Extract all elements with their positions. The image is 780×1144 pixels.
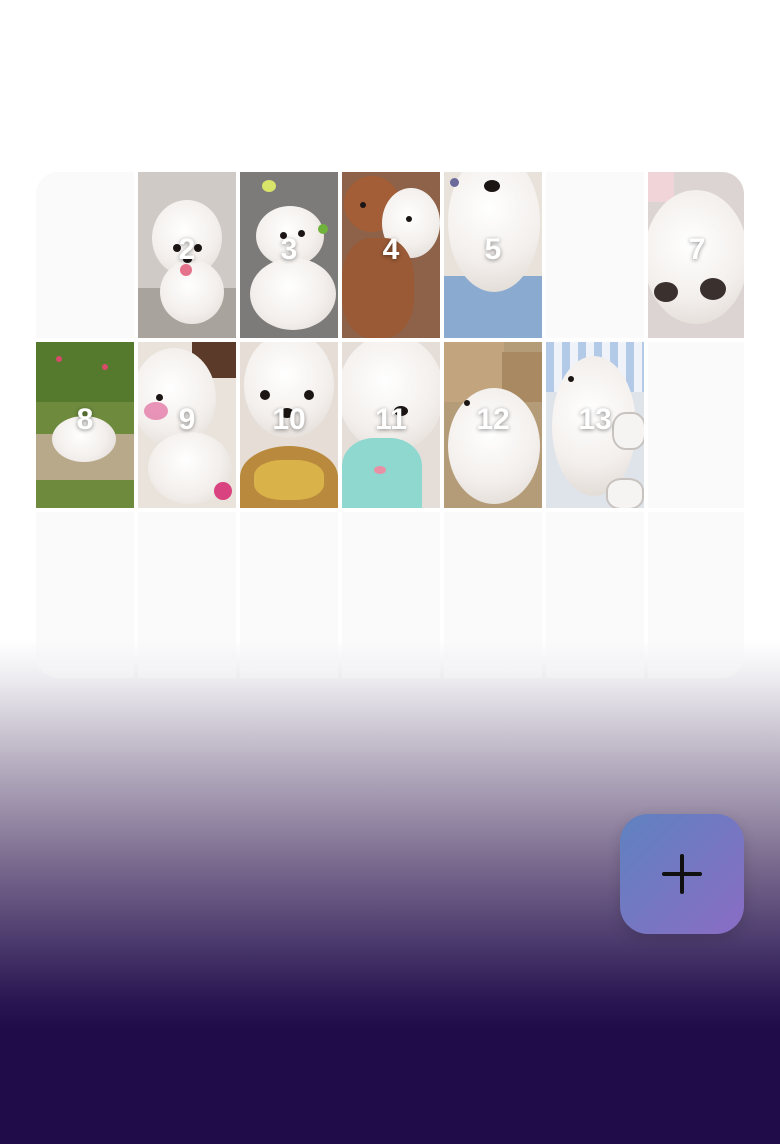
grid-cell-4[interactable]: 4	[342, 172, 440, 338]
tile-number: 9	[178, 403, 196, 436]
tile-number: 13	[578, 403, 612, 436]
tile-number: 11	[375, 403, 407, 436]
grid-cell-21[interactable]	[648, 512, 744, 678]
tile-number: 7	[688, 233, 706, 266]
grid-cell-12[interactable]: 12	[444, 342, 542, 508]
add-button[interactable]	[620, 814, 744, 934]
grid-cell-2[interactable]: 2	[138, 172, 236, 338]
grid-cell-18[interactable]	[342, 512, 440, 678]
grid-cell-10[interactable]: 10	[240, 342, 338, 508]
grid-cell-7[interactable]: 7	[648, 172, 744, 338]
grid-cell-11[interactable]: 11	[342, 342, 440, 508]
grid-cell-16[interactable]	[138, 512, 236, 678]
photo-grid: 2 3 4 5 7 8 9 10 11 12 13	[36, 172, 744, 678]
grid-cell-20[interactable]	[546, 512, 644, 678]
tile-number: 12	[476, 403, 510, 436]
grid-cell-17[interactable]	[240, 512, 338, 678]
tile-number: 2	[178, 233, 196, 266]
grid-cell-13[interactable]: 13	[546, 342, 644, 508]
tile-number: 5	[484, 233, 502, 266]
grid-cell-3[interactable]: 3	[240, 172, 338, 338]
tile-number: 10	[272, 403, 306, 436]
grid-cell-14[interactable]	[648, 342, 744, 508]
plus-icon	[662, 854, 702, 894]
tile-number: 8	[76, 403, 94, 436]
grid-cell-5[interactable]: 5	[444, 172, 542, 338]
grid-cell-15[interactable]	[36, 512, 134, 678]
grid-cell-9[interactable]: 9	[138, 342, 236, 508]
tile-number: 3	[280, 233, 298, 266]
grid-cell-6[interactable]	[546, 172, 644, 338]
grid-cell-19[interactable]	[444, 512, 542, 678]
tile-number: 4	[382, 233, 400, 266]
grid-cell-1[interactable]	[36, 172, 134, 338]
grid-cell-8[interactable]: 8	[36, 342, 134, 508]
